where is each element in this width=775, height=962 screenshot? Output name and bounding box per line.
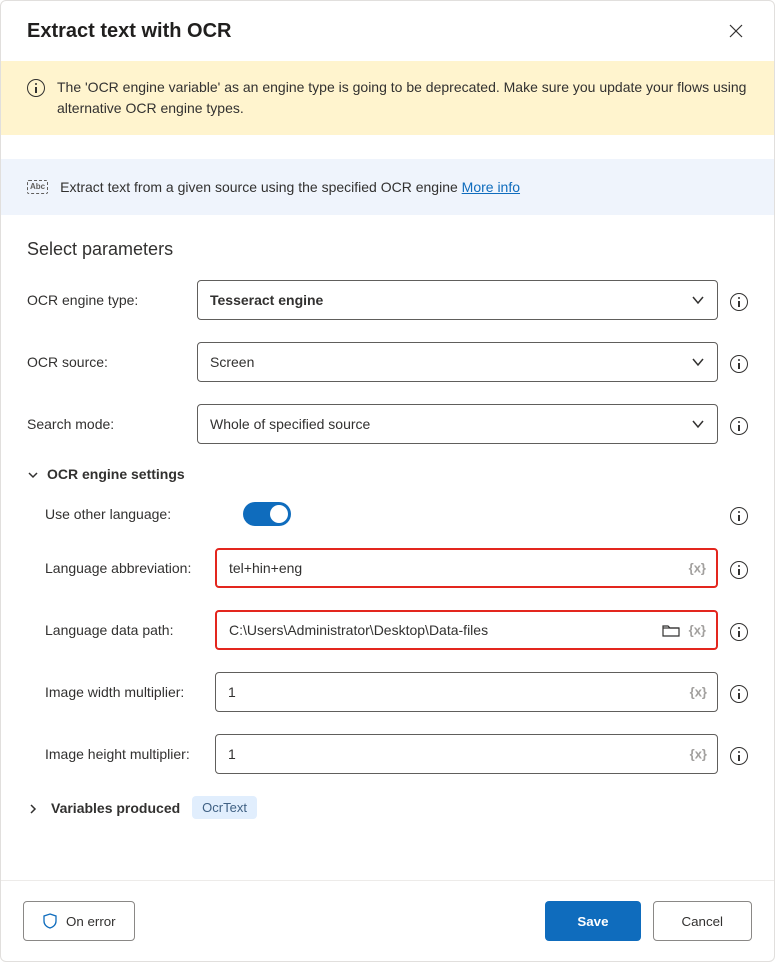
dialog-title: Extract text with OCR <box>27 20 231 43</box>
label-use-other-language: Use other language: <box>27 506 215 522</box>
label-search-mode: Search mode: <box>27 416 197 432</box>
info-icon <box>730 417 748 435</box>
input-img-width[interactable]: 1 {x} <box>215 672 718 712</box>
info-icon <box>730 747 748 765</box>
variables-produced-row[interactable]: Variables produced OcrText <box>27 796 748 819</box>
select-search-mode[interactable]: Whole of specified source <box>197 404 718 444</box>
label-ocr-source: OCR source: <box>27 354 197 370</box>
info-icon <box>730 685 748 703</box>
on-error-label: On error <box>66 914 116 929</box>
select-engine-type[interactable]: Tesseract engine <box>197 280 718 320</box>
select-engine-type-value: Tesseract engine <box>210 292 323 308</box>
select-search-mode-value: Whole of specified source <box>210 416 370 432</box>
more-info-link[interactable]: More info <box>462 179 520 195</box>
label-img-width: Image width multiplier: <box>27 684 215 700</box>
info-img-width[interactable] <box>730 683 748 701</box>
description-banner: Abc Extract text from a given source usi… <box>1 159 774 215</box>
input-lang-path[interactable]: C:\Users\Administrator\Desktop\Data-file… <box>215 610 718 650</box>
group-body-engine-settings: Use other language: Language abbreviatio… <box>27 502 748 774</box>
input-lang-abbrev-value: tel+hin+eng <box>229 560 678 576</box>
info-icon <box>27 79 45 97</box>
close-icon <box>729 24 743 38</box>
on-error-button[interactable]: On error <box>23 901 135 941</box>
close-button[interactable] <box>724 19 748 43</box>
row-search-mode: Search mode: Whole of specified source <box>27 404 748 444</box>
warning-text: The 'OCR engine variable' as an engine t… <box>57 77 748 119</box>
info-icon <box>730 507 748 525</box>
info-icon <box>730 561 748 579</box>
chevron-down-icon <box>27 468 39 480</box>
variables-produced-label: Variables produced <box>51 800 180 816</box>
dialog-body: Select parameters OCR engine type: Tesse… <box>1 215 774 880</box>
save-button[interactable]: Save <box>545 901 640 941</box>
group-header-engine-settings[interactable]: OCR engine settings <box>27 466 748 482</box>
deprecation-warning-banner: The 'OCR engine variable' as an engine t… <box>1 61 774 135</box>
input-lang-abbrev[interactable]: tel+hin+eng {x} <box>215 548 718 588</box>
row-use-other-language: Use other language: <box>27 502 748 526</box>
section-title: Select parameters <box>27 239 748 260</box>
row-ocr-source: OCR source: Screen <box>27 342 748 382</box>
label-lang-abbrev: Language abbreviation: <box>27 560 215 576</box>
variable-icon[interactable]: {x} <box>690 685 707 700</box>
variable-chip[interactable]: OcrText <box>192 796 257 819</box>
cancel-button[interactable]: Cancel <box>653 901 753 941</box>
row-lang-path: Language data path: C:\Users\Administrat… <box>27 610 748 650</box>
chevron-down-icon <box>691 417 705 431</box>
info-lang-path[interactable] <box>730 621 748 639</box>
select-ocr-source[interactable]: Screen <box>197 342 718 382</box>
info-use-other-language[interactable] <box>730 505 748 523</box>
group-label-engine-settings: OCR engine settings <box>47 466 185 482</box>
info-engine-type[interactable] <box>730 291 748 309</box>
variable-icon[interactable]: {x} <box>689 561 706 576</box>
shield-icon <box>42 913 58 929</box>
info-search-mode[interactable] <box>730 415 748 433</box>
dialog-header: Extract text with OCR <box>1 1 774 51</box>
row-img-width: Image width multiplier: 1 {x} <box>27 672 748 712</box>
row-img-height: Image height multiplier: 1 {x} <box>27 734 748 774</box>
variable-icon[interactable]: {x} <box>689 623 706 638</box>
info-lang-abbrev[interactable] <box>730 559 748 577</box>
input-img-height[interactable]: 1 {x} <box>215 734 718 774</box>
folder-icon[interactable] <box>662 623 680 637</box>
row-lang-abbrev: Language abbreviation: tel+hin+eng {x} <box>27 548 748 588</box>
input-img-width-value: 1 <box>228 684 679 700</box>
select-ocr-source-value: Screen <box>210 354 254 370</box>
label-engine-type: OCR engine type: <box>27 292 197 308</box>
description-text-content: Extract text from a given source using t… <box>60 179 462 195</box>
chevron-right-icon <box>27 802 39 814</box>
dialog: Extract text with OCR The 'OCR engine va… <box>0 0 775 962</box>
label-img-height: Image height multiplier: <box>27 746 215 762</box>
info-icon <box>730 293 748 311</box>
info-icon <box>730 623 748 641</box>
description-text: Extract text from a given source using t… <box>60 179 520 195</box>
variable-icon[interactable]: {x} <box>690 747 707 762</box>
info-icon <box>730 355 748 373</box>
toggle-use-other-language[interactable] <box>243 502 291 526</box>
info-img-height[interactable] <box>730 745 748 763</box>
dialog-footer: On error Save Cancel <box>1 880 774 961</box>
ocr-icon: Abc <box>27 180 48 194</box>
label-lang-path: Language data path: <box>27 622 215 638</box>
input-lang-path-value: C:\Users\Administrator\Desktop\Data-file… <box>229 622 678 638</box>
chevron-down-icon <box>691 355 705 369</box>
info-ocr-source[interactable] <box>730 353 748 371</box>
row-engine-type: OCR engine type: Tesseract engine <box>27 280 748 320</box>
chevron-down-icon <box>691 293 705 307</box>
input-img-height-value: 1 <box>228 746 679 762</box>
